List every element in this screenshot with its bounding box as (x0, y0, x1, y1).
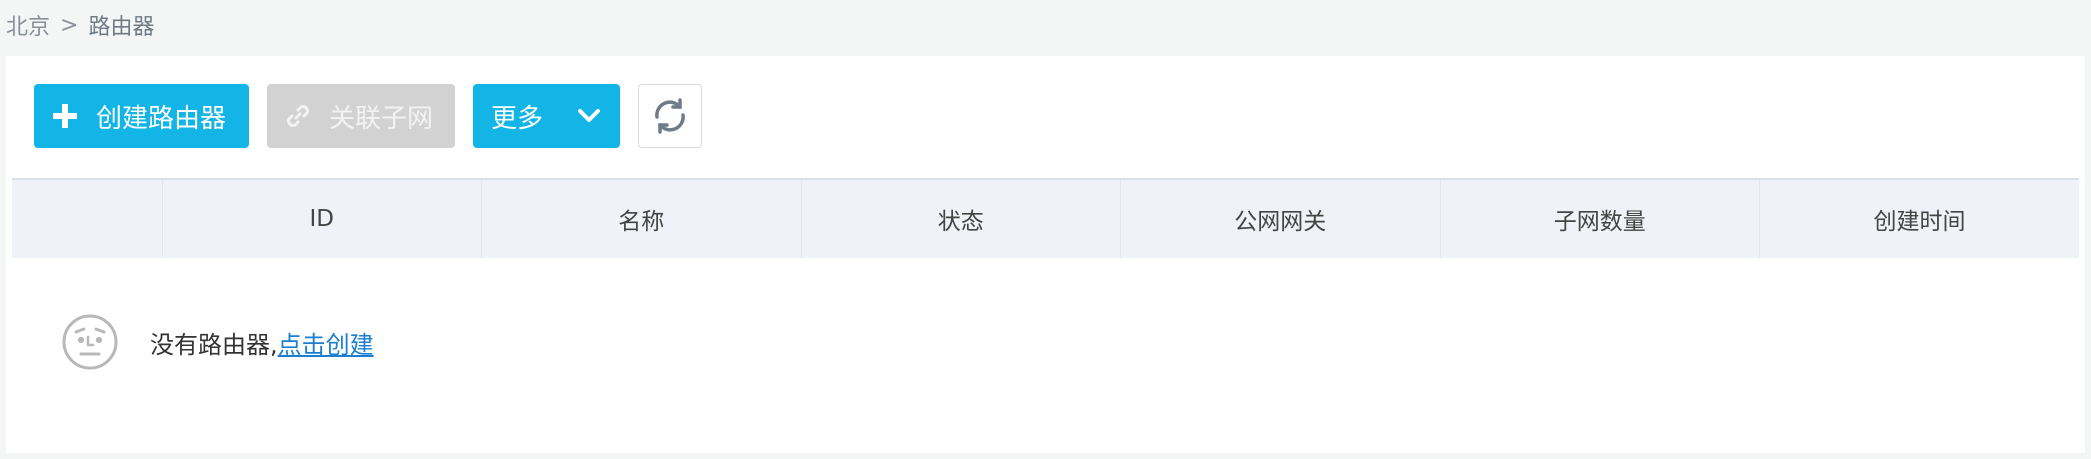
column-header-id[interactable]: ID (161, 178, 482, 258)
breadcrumb-current: 路由器 (88, 15, 155, 40)
empty-state: 没有路由器,点击创建 (60, 312, 374, 372)
breadcrumb-region[interactable]: 北京 (6, 9, 50, 41)
create-router-label: 创建路由器 (96, 103, 227, 134)
create-router-button[interactable]: 创建路由器 (34, 84, 249, 148)
column-header-subnet-count[interactable]: 子网数量 (1439, 178, 1760, 258)
more-label: 更多 (491, 103, 544, 134)
column-header-public-gateway[interactable]: 公网网关 (1120, 178, 1440, 258)
column-header-status[interactable]: 状态 (800, 178, 1121, 258)
empty-message: 没有路由器, (150, 330, 278, 359)
column-header-select (12, 178, 162, 258)
link-icon (285, 103, 311, 129)
confused-face-icon (60, 312, 120, 372)
toolbar: 创建路由器 关联子网 更多 (34, 84, 702, 148)
table-header-row: ID 名称 状态 公网网关 子网数量 创建时间 (12, 178, 2079, 258)
router-table: ID 名称 状态 公网网关 子网数量 创建时间 (12, 178, 2079, 258)
router-panel: 创建路由器 关联子网 更多 ID 名称 状态 公网网关 子网数量 创建时间 没有… (6, 56, 2085, 453)
link-subnet-label: 关联子网 (329, 103, 434, 134)
refresh-button[interactable] (638, 84, 702, 148)
chevron-down-icon (576, 103, 602, 129)
create-link[interactable]: 点击创建 (278, 331, 374, 359)
column-header-name[interactable]: 名称 (481, 178, 801, 258)
link-subnet-button[interactable]: 关联子网 (267, 84, 455, 148)
refresh-icon (649, 95, 691, 137)
breadcrumb: 北京 > 路由器 (6, 8, 154, 42)
more-dropdown-button[interactable]: 更多 (473, 84, 620, 148)
breadcrumb-separator: > (60, 12, 79, 38)
plus-icon (52, 103, 78, 129)
column-header-created-time[interactable]: 创建时间 (1759, 178, 2079, 258)
